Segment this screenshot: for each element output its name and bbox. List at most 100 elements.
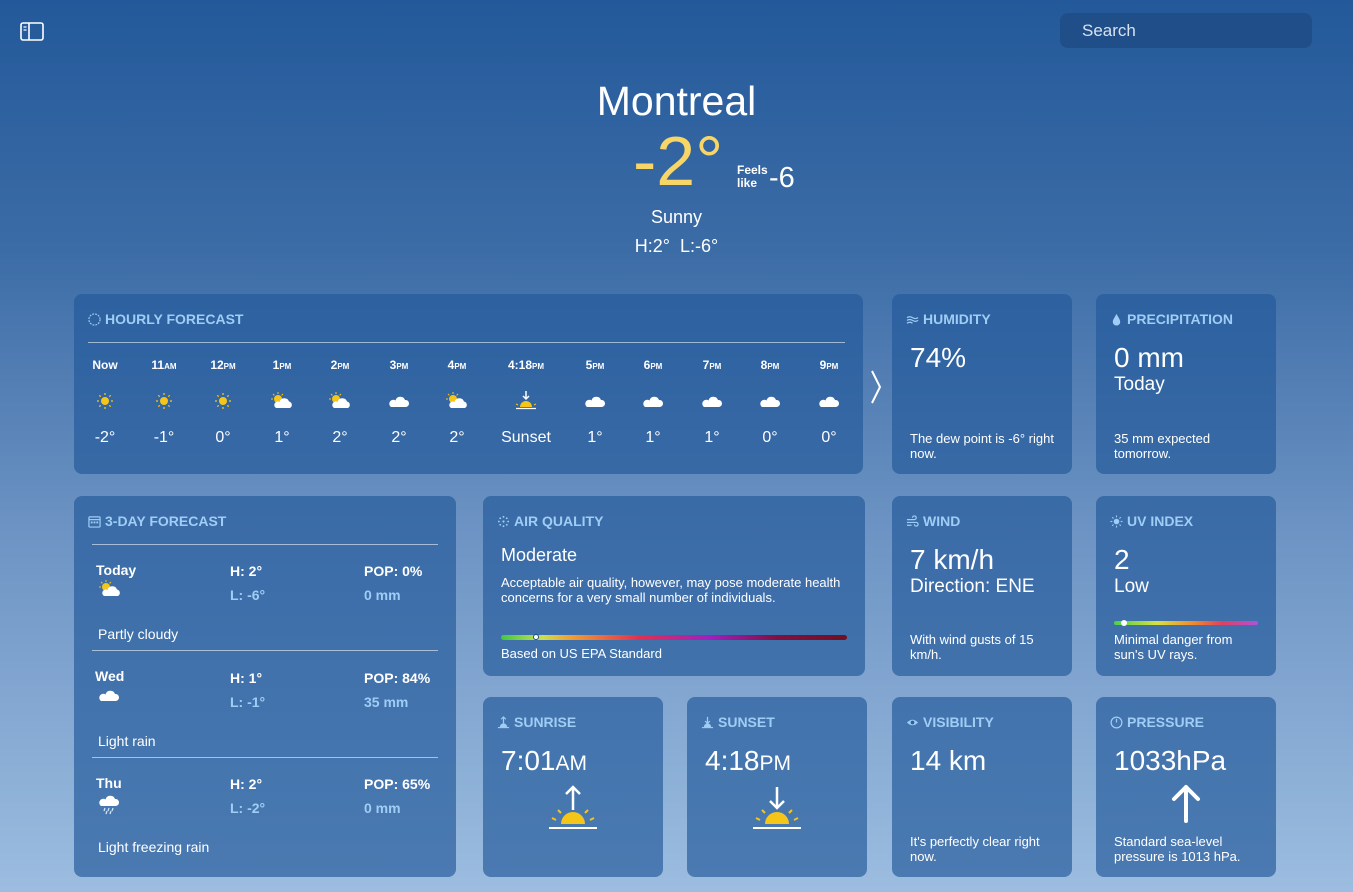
air-quality-standard: Based on US EPA Standard xyxy=(501,646,662,661)
precipitation-note: 35 mm expected tomorrow. xyxy=(1114,431,1211,461)
hour-temperature: 1° xyxy=(704,429,720,446)
cloud-icon xyxy=(566,390,624,412)
clock-icon xyxy=(88,312,101,326)
uv-level: Low xyxy=(1114,576,1149,597)
uv-index-card: UV INDEX 2 Low Minimal danger from sun's… xyxy=(1096,496,1276,676)
partly-cloudy-icon xyxy=(428,390,486,412)
day-name: Wed xyxy=(95,668,125,684)
sunrise-small-icon xyxy=(497,715,510,728)
hourly-item: 6PM 1° xyxy=(624,358,682,447)
hour-time: 5PM xyxy=(585,358,605,372)
day-pop: POP: 0% xyxy=(364,563,423,579)
search-input[interactable] xyxy=(1060,13,1312,48)
hourly-item: 8PM 0° xyxy=(741,358,799,447)
hour-temperature: 1° xyxy=(274,429,290,446)
hourly-item: 9PM 0° xyxy=(800,358,858,447)
hour-temperature: 0° xyxy=(762,429,778,446)
cloud-icon xyxy=(624,390,682,412)
visibility-value: 14 km xyxy=(910,745,987,776)
hour-time: Now xyxy=(92,358,118,372)
day-low: L: -2° xyxy=(230,800,266,816)
uv-index-title: UV INDEX xyxy=(1110,513,1193,529)
wind-direction: Direction: ENE xyxy=(910,576,1035,597)
uv-value: 2 xyxy=(1114,544,1130,575)
hourly-item: 12PM 0° xyxy=(194,358,252,447)
hour-temperature: 2° xyxy=(449,429,465,446)
sidebar-toggle-icon[interactable] xyxy=(20,22,44,41)
hour-time: 9PM xyxy=(819,358,839,372)
current-condition: Sunny xyxy=(650,207,703,227)
current-temperature: -2° xyxy=(633,122,724,200)
air-quality-card: AIR QUALITY Moderate Acceptable air qual… xyxy=(483,496,865,676)
hour-time: 6PM xyxy=(643,358,663,372)
air-quality-title: AIR QUALITY xyxy=(497,513,603,529)
uv-scale xyxy=(1114,620,1258,626)
hourly-item: 11AM -1° xyxy=(135,358,193,447)
hour-temperature: 2° xyxy=(332,429,348,446)
divider xyxy=(92,650,438,651)
sunrise-card: SUNRISE 7:01AM xyxy=(483,697,663,877)
day-high: H: 2° xyxy=(230,776,263,792)
hour-temperature: 1° xyxy=(645,429,661,446)
partly-cloudy-icon xyxy=(311,390,369,412)
water-drop-icon xyxy=(1112,313,1121,326)
arrow-up-icon xyxy=(1172,785,1200,823)
day-pop: POP: 65% xyxy=(364,776,431,792)
hour-temperature: 0° xyxy=(215,429,231,446)
calendar-icon xyxy=(88,515,101,528)
precipitation-card: PRECIPITATION 0 mm Today 35 mm expected … xyxy=(1096,294,1276,474)
eye-icon xyxy=(906,719,919,725)
hour-time: 4PM xyxy=(447,358,467,372)
day-high: H: 1° xyxy=(230,670,263,686)
feels-like-label: Feels like xyxy=(737,163,768,190)
hour-temperature: -2° xyxy=(94,429,116,446)
uv-indicator xyxy=(1121,620,1128,626)
wind-speed: 7 km/h xyxy=(910,544,995,575)
humidity-card: HUMIDITY 74% The dew point is -6° right … xyxy=(892,294,1072,474)
precipitation-period: Today xyxy=(1114,374,1165,395)
sun-icon xyxy=(194,390,252,412)
humidity-value: 74% xyxy=(910,342,967,373)
precipitation-title: PRECIPITATION xyxy=(1110,311,1233,327)
day-name: Today xyxy=(96,562,137,578)
air-quality-icon xyxy=(497,515,510,527)
cloud-icon xyxy=(800,390,858,412)
feels-like-value: -6 xyxy=(769,162,795,194)
hourly-item: 5PM 1° xyxy=(566,358,624,447)
hourly-item: 2PM 2° xyxy=(311,358,369,447)
high-low: H:2° L:-6° xyxy=(634,236,719,256)
air-quality-level: Moderate xyxy=(501,545,578,565)
day-description: Light freezing rain xyxy=(98,839,210,855)
chevron-right-icon[interactable] xyxy=(869,368,883,406)
day-description: Partly cloudy xyxy=(98,626,179,642)
sunrise-icon xyxy=(549,785,597,829)
day-pop: POP: 84% xyxy=(364,670,431,686)
hour-time: 12PM xyxy=(210,358,236,372)
day-precip: 35 mm xyxy=(364,694,409,710)
hour-temperature: Sunset xyxy=(501,429,551,446)
divider xyxy=(88,342,845,343)
day-low: L: -6° xyxy=(230,587,266,603)
hourly-item: 7PM 1° xyxy=(683,358,741,447)
pressure-title: PRESSURE xyxy=(1110,714,1204,730)
sunset-title: SUNSET xyxy=(701,714,775,730)
cloud-icon xyxy=(370,390,428,412)
hour-time: 11AM xyxy=(151,358,177,372)
hour-temperature: 2° xyxy=(391,429,407,446)
hour-temperature: 1° xyxy=(587,429,603,446)
hourly-item: 1PM 1° xyxy=(253,358,311,447)
air-quality-description: Acceptable air quality, however, may pos… xyxy=(501,575,841,605)
wind-icon xyxy=(906,514,919,527)
hourly-item: 4PM 2° xyxy=(428,358,486,447)
day-precip: 0 mm xyxy=(364,587,401,603)
air-quality-indicator xyxy=(532,634,539,640)
cloud-icon xyxy=(741,390,799,412)
precipitation-value: 0 mm xyxy=(1114,342,1184,373)
hourly-item: Now -2° xyxy=(76,358,134,447)
hour-time: 7PM xyxy=(702,358,722,372)
uv-note: Minimal danger from sun's UV rays. xyxy=(1114,632,1233,662)
cloud-icon xyxy=(683,390,741,412)
sunset-icon xyxy=(753,787,801,829)
humidity-note: The dew point is -6° right now. xyxy=(910,431,1054,461)
visibility-title: VISIBILITY xyxy=(906,714,994,730)
